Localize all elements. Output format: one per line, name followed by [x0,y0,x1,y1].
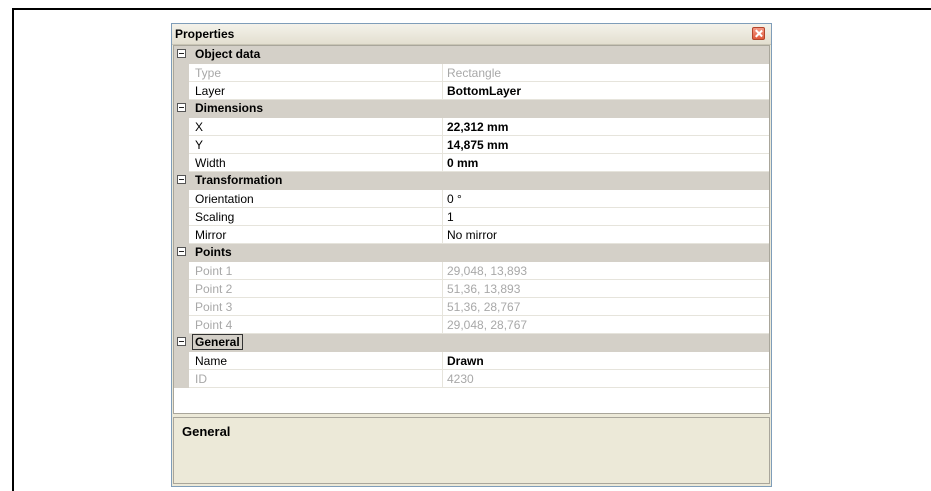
property-name: Mirror [195,228,227,242]
property-name: Point 4 [195,318,233,332]
property-row-mirror[interactable]: Mirror No mirror [174,226,769,244]
column-divider [442,298,443,315]
column-divider [442,190,443,207]
row-gutter [174,208,189,226]
collapse-minus-icon[interactable] [177,247,186,256]
property-row-y[interactable]: Y 14,875 mm [174,136,769,154]
row-gutter [174,154,189,172]
column-divider [442,226,443,243]
property-row-point-1[interactable]: Point 1 29,048, 13,893 [174,262,769,280]
category-dimensions[interactable]: Dimensions [174,100,769,118]
property-row-name[interactable]: Name Drawn [174,352,769,370]
property-row-id[interactable]: ID 4230 [174,370,769,388]
property-row-layer[interactable]: Layer BottomLayer [174,82,769,100]
property-row-point-2[interactable]: Point 2 51,36, 13,893 [174,280,769,298]
property-name: Width [195,156,226,170]
category-label: Points [195,245,232,259]
row-gutter [174,118,189,136]
property-name: ID [195,372,207,386]
property-name: Point 2 [195,282,233,296]
collapse-minus-icon[interactable] [177,175,186,184]
property-row-width[interactable]: Width 0 mm [174,154,769,172]
properties-panel: Properties Object data Type Rectangle La… [171,23,772,487]
property-name: X [195,120,204,134]
window-border-top [12,8,931,10]
property-row-scaling[interactable]: Scaling 1 [174,208,769,226]
property-value[interactable]: Drawn [447,354,484,368]
category-label: Object data [195,47,261,61]
property-value[interactable]: BottomLayer [447,84,521,98]
property-row-point-3[interactable]: Point 3 51,36, 28,767 [174,298,769,316]
category-label: Transformation [195,173,283,187]
property-value[interactable]: 0 mm [447,156,478,170]
description-pane: General [173,417,770,484]
row-gutter [174,262,189,280]
property-value: 51,36, 13,893 [447,282,521,296]
window-border-left [12,8,14,491]
property-value: 29,048, 28,767 [447,318,528,332]
property-row-x[interactable]: X 22,312 mm [174,118,769,136]
row-gutter [174,64,189,82]
property-value: 29,048, 13,893 [447,264,528,278]
column-divider [442,208,443,225]
close-icon[interactable] [752,27,765,40]
property-value[interactable]: 22,312 mm [447,120,508,134]
property-row-point-4[interactable]: Point 4 29,048, 28,767 [174,316,769,334]
row-gutter [174,190,189,208]
row-gutter [174,352,189,370]
panel-titlebar: Properties [172,24,771,45]
column-divider [442,118,443,135]
description-title: General [182,424,231,439]
row-gutter [174,298,189,316]
category-label-selected: General [192,334,243,350]
property-name: Orientation [195,192,254,206]
column-divider [442,82,443,99]
collapse-minus-icon[interactable] [177,49,186,58]
row-gutter [174,136,189,154]
property-value: Rectangle [447,66,502,80]
property-value: 51,36, 28,767 [447,300,521,314]
column-divider [442,136,443,153]
property-value[interactable]: No mirror [447,228,497,242]
property-row-type[interactable]: Type Rectangle [174,64,769,82]
row-gutter [174,316,189,334]
property-name: Type [195,66,222,80]
property-name: Scaling [195,210,235,224]
panel-title: Properties [175,27,235,41]
row-gutter [174,226,189,244]
column-divider [442,64,443,81]
property-name: Y [195,138,204,152]
property-name: Point 1 [195,264,233,278]
row-gutter [174,370,189,388]
collapse-minus-icon[interactable] [177,103,186,112]
category-transformation[interactable]: Transformation [174,172,769,190]
property-value[interactable]: 14,875 mm [447,138,508,152]
category-object-data[interactable]: Object data [174,46,769,64]
property-grid: Object data Type Rectangle Layer BottomL… [173,45,770,414]
property-name: Layer [195,84,226,98]
property-row-orientation[interactable]: Orientation 0 ° [174,190,769,208]
column-divider [442,262,443,279]
row-gutter [174,82,189,100]
column-divider [442,154,443,171]
property-value[interactable]: 1 [447,210,454,224]
column-divider [442,352,443,369]
column-divider [442,316,443,333]
collapse-minus-icon[interactable] [177,337,186,346]
category-general[interactable]: General [174,334,769,352]
property-value: 4230 [447,372,474,386]
property-name: Name [195,354,228,368]
category-points[interactable]: Points [174,244,769,262]
property-value[interactable]: 0 ° [447,192,462,206]
row-gutter [174,280,189,298]
column-divider [442,370,443,387]
column-divider [442,280,443,297]
category-label: Dimensions [195,101,264,115]
property-name: Point 3 [195,300,233,314]
